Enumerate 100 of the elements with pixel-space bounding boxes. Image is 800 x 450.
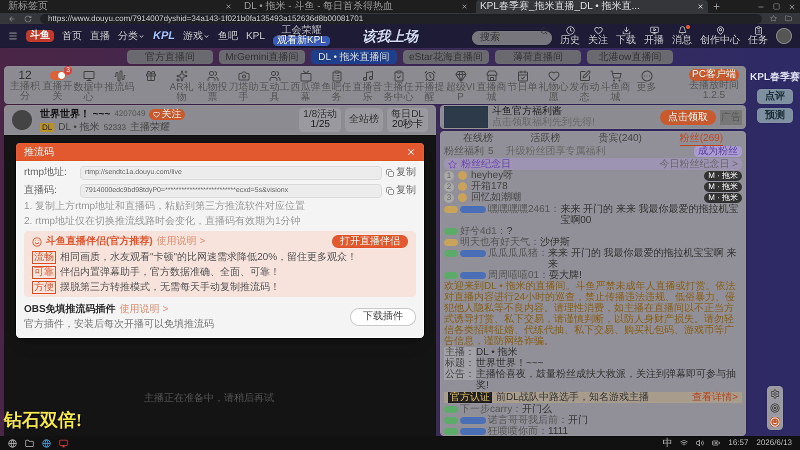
site-logo[interactable]: 斗鱼 — [26, 30, 54, 42]
rank-card[interactable]: 全站榜 — [345, 108, 384, 132]
claim-button[interactable]: 点击领取 — [660, 110, 716, 124]
streamer-avatar[interactable] — [12, 110, 32, 130]
star-icon[interactable] — [770, 15, 777, 22]
tool-button[interactable]: AR礼物 — [166, 69, 197, 103]
room-tab[interactable]: 官方直播间 — [127, 50, 213, 64]
close-icon[interactable] — [406, 147, 416, 157]
join-fans-button[interactable]: 成为粉丝 — [694, 146, 742, 157]
tool-button[interactable]: 发布动态 — [569, 69, 600, 103]
room-tab[interactable]: DL • 拖米直播间 — [311, 50, 397, 64]
pc-client-button[interactable]: PC客户端 — [689, 69, 739, 81]
room-tab[interactable]: MrGemini直播间 — [219, 50, 305, 64]
new-tab-icon[interactable] — [712, 2, 721, 11]
search-icon[interactable] — [540, 27, 548, 35]
maximize-icon[interactable] — [773, 2, 780, 10]
header-action[interactable]: 创作中心 — [700, 26, 740, 46]
reload-icon[interactable] — [24, 14, 32, 22]
wifi-icon[interactable] — [680, 439, 688, 447]
header-action[interactable]: 任务 — [748, 26, 768, 46]
rank-card[interactable]: 1/8活动 1/25 — [299, 108, 342, 132]
chat-username[interactable]: 瓜瓜瓜瓜猪： — [488, 248, 548, 259]
nav-link[interactable]: 鱼吧 — [218, 28, 238, 44]
rank-card[interactable]: 每日DL 20秒卡 — [387, 108, 428, 132]
chat-username[interactable]: 明天也有好天气： — [460, 237, 540, 248]
chat-tab[interactable]: 在线榜 — [462, 133, 493, 145]
back-icon[interactable] — [8, 14, 16, 22]
address-bar[interactable]: https://www.douyu.com/7914007dyshid=34a143-1f021b0fa135493a152636d8b00081701 — [40, 14, 762, 24]
tool-button[interactable]: 开播提醒 — [414, 69, 445, 103]
header-action[interactable]: 消息 — [672, 26, 692, 46]
header-action[interactable]: 历史 — [560, 26, 580, 46]
copy-button[interactable]: 复制 — [386, 165, 416, 180]
tool-button[interactable]: 西瓜弹幕 — [290, 69, 321, 103]
tool-button[interactable]: 主播任务中心 — [383, 69, 414, 103]
volume-icon[interactable] — [696, 439, 704, 447]
face-icon[interactable] — [770, 417, 780, 427]
promo-badge[interactable]: 观看新KPL — [272, 36, 330, 46]
room-tab[interactable]: eStar花海直播间 — [403, 50, 489, 64]
search-field[interactable]: 搜索 — [472, 30, 552, 44]
browser-tab[interactable]: DL • 拖米 - 斗鱼 - 每日首杀得热血 — [240, 0, 472, 13]
tool-button[interactable]: 直播音乐 — [352, 69, 383, 103]
tool-button[interactable]: 数据中心 — [73, 69, 104, 103]
header-action[interactable]: 开播 — [644, 26, 664, 46]
chat-username[interactable]: 诺言哥哥我后前： — [488, 415, 568, 426]
header-action[interactable]: 关注 — [588, 26, 608, 46]
video-notice: 主播正在准备中，请稍后再试 — [144, 392, 274, 406]
details-link[interactable]: 查看详情> — [692, 392, 738, 403]
chat-username[interactable]: 下一步carry： — [460, 404, 522, 415]
tab-close-icon[interactable] — [225, 3, 232, 10]
nav-link[interactable]: KPL — [246, 28, 265, 44]
tool-button[interactable]: 斗鱼商城 — [600, 69, 631, 103]
settings-icon[interactable] — [770, 389, 780, 399]
room-tab[interactable]: 北港ow直播间 — [587, 50, 673, 64]
folder-icon[interactable] — [25, 438, 34, 448]
tool-button[interactable]: 直播商城 — [476, 69, 507, 103]
anniversary-link[interactable]: 今日粉丝纪念日 > — [659, 156, 738, 172]
browser-tab[interactable]: KPL春季赛_拖米直播_DL • 拖米直... — [476, 0, 708, 13]
close-icon[interactable] — [788, 2, 796, 10]
open-partner-button[interactable]: 打开直播伴侣 — [332, 235, 408, 248]
chat-text: 来来 开门的 我最你最爱的拖拉机宝宝啊 来来 — [548, 248, 738, 270]
download-plugin-button[interactable]: 下载插件 — [350, 308, 416, 326]
room-tab[interactable]: 薄荷直播间 — [495, 50, 581, 64]
chat-tab[interactable]: 贵宾(240) — [598, 133, 642, 145]
tool-button[interactable]: 节日单 — [507, 69, 538, 93]
tool-button[interactable]: 互动工具 — [259, 69, 290, 103]
tool-button[interactable]: 礼物投票 — [197, 69, 228, 103]
header-action[interactable]: 下载 — [616, 26, 636, 46]
nav-link[interactable]: 直播 — [90, 28, 110, 44]
user-avatar[interactable] — [776, 28, 792, 44]
event-button[interactable]: 点评 — [757, 89, 793, 104]
tool-button[interactable]: 礼物心愿 — [538, 69, 569, 103]
chat-tab[interactable]: 活跃榜 — [530, 133, 561, 145]
follow-button[interactable]: 关注 — [149, 108, 186, 120]
tool-button[interactable]: 超级VIP — [445, 69, 476, 103]
tab-close-icon[interactable] — [461, 3, 468, 10]
nav-link[interactable]: 首页 — [62, 28, 82, 44]
tool-button[interactable]: 鱼吧任务 — [321, 69, 352, 103]
tool-button[interactable]: 推流码 — [104, 69, 135, 93]
browser-icon[interactable] — [42, 438, 51, 448]
input-method[interactable]: 中 — [662, 438, 672, 448]
nav-dropdown[interactable]: 游戏 — [183, 28, 210, 44]
chat-username[interactable]: 周周嘻嘻01： — [488, 270, 550, 281]
browser-tab[interactable]: 新标签页 — [4, 0, 236, 13]
kpl-logo[interactable]: KPL — [153, 28, 175, 44]
app-icon[interactable] — [59, 438, 68, 448]
fan-name: 开箱178 — [471, 181, 508, 192]
nav-dropdown[interactable]: 分类 — [118, 28, 145, 44]
event-button[interactable]: 预测 — [757, 108, 793, 123]
tool-button[interactable]: 更多 — [631, 69, 662, 93]
tool-button[interactable]: 刀塔助手 — [228, 69, 259, 103]
score-value: 12 — [18, 69, 32, 82]
chat-username[interactable]: 嘿嘿嘿嘿2461： — [488, 204, 560, 215]
menu-icon[interactable] — [8, 31, 18, 41]
target-icon[interactable] — [770, 403, 780, 413]
help-link[interactable]: 使用说明 > — [120, 302, 168, 317]
help-link[interactable]: 使用说明 > — [156, 234, 206, 249]
chat-username[interactable]: 好兮4d1： — [460, 226, 507, 237]
battery-icon[interactable] — [712, 439, 720, 447]
chat-username[interactable]: 狂喷喷你而： — [488, 426, 548, 436]
copy-button[interactable]: 复制 — [386, 183, 416, 198]
